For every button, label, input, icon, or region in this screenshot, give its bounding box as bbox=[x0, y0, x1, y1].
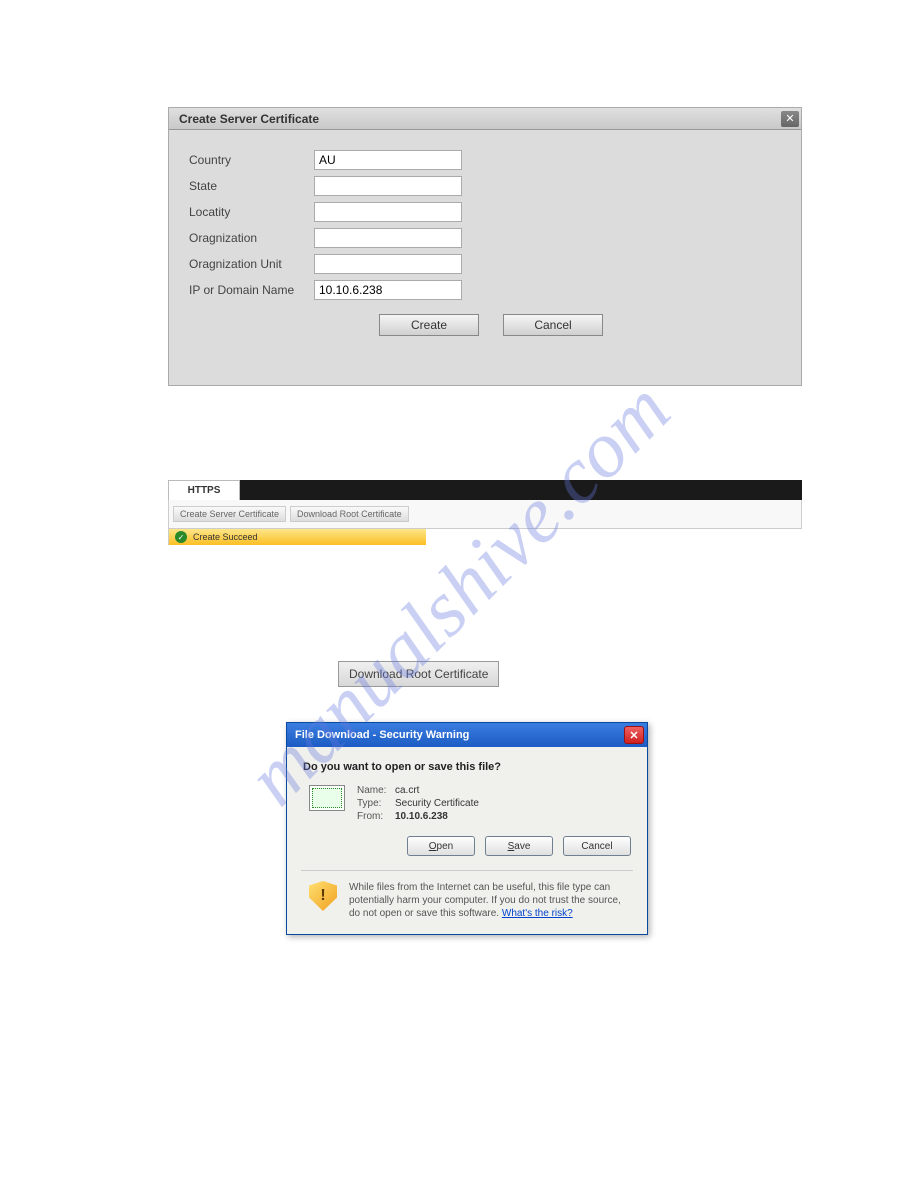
ip-domain-label: IP or Domain Name bbox=[189, 283, 314, 297]
file-source: 10.10.6.238 bbox=[395, 811, 448, 822]
dialog-body: Do you want to open or save this file? N… bbox=[287, 747, 647, 934]
tab-https[interactable]: HTTPS bbox=[168, 480, 240, 500]
file-metadata: Name:ca.crt Type:Security Certificate Fr… bbox=[357, 785, 479, 824]
tab-bar: HTTPS bbox=[168, 480, 802, 500]
file-download-dialog: File Download - Security Warning ✕ Do yo… bbox=[286, 722, 648, 935]
download-button-group: Download Root Certificate bbox=[338, 661, 499, 687]
file-name: ca.crt bbox=[395, 785, 419, 796]
dialog-title: Create Server Certificate bbox=[179, 112, 319, 126]
certificate-icon bbox=[309, 785, 345, 811]
file-type: Security Certificate bbox=[395, 798, 479, 809]
organization-unit-input[interactable] bbox=[314, 254, 462, 274]
warning-text: While files from the Internet can be use… bbox=[349, 881, 623, 920]
create-server-cert-button[interactable]: Create Server Certificate bbox=[173, 506, 286, 522]
divider bbox=[301, 870, 633, 871]
dialog-title: File Download - Security Warning bbox=[295, 729, 469, 741]
download-root-certificate-button[interactable]: Download Root Certificate bbox=[338, 661, 499, 687]
dialog-header: Create Server Certificate ✕ bbox=[169, 108, 801, 130]
status-text: Create Succeed bbox=[193, 532, 258, 542]
from-label: From: bbox=[357, 811, 395, 822]
country-label: Country bbox=[189, 153, 314, 167]
state-label: State bbox=[189, 179, 314, 193]
type-label: Type: bbox=[357, 798, 395, 809]
risk-link[interactable]: What's the risk? bbox=[502, 908, 573, 919]
cancel-button[interactable]: Cancel bbox=[563, 836, 631, 856]
https-panel: HTTPS Create Server Certificate Download… bbox=[168, 480, 802, 545]
dialog-header: File Download - Security Warning ✕ bbox=[287, 723, 647, 747]
https-toolbar: Create Server Certificate Download Root … bbox=[168, 500, 802, 529]
status-bar: ✓ Create Succeed bbox=[168, 529, 426, 545]
locality-label: Locatity bbox=[189, 205, 314, 219]
dialog-buttons: Open Save Cancel bbox=[303, 836, 631, 856]
file-info: Name:ca.crt Type:Security Certificate Fr… bbox=[309, 785, 631, 824]
locality-input[interactable] bbox=[314, 202, 462, 222]
cancel-button[interactable]: Cancel bbox=[503, 314, 603, 336]
ip-domain-input[interactable] bbox=[314, 280, 462, 300]
check-icon: ✓ bbox=[175, 531, 187, 543]
state-input[interactable] bbox=[314, 176, 462, 196]
open-button[interactable]: Open bbox=[407, 836, 475, 856]
close-icon[interactable]: ✕ bbox=[624, 726, 644, 744]
country-input[interactable] bbox=[314, 150, 462, 170]
download-root-cert-button[interactable]: Download Root Certificate bbox=[290, 506, 409, 522]
dialog-body: Country State Locatity Oragnization Orag… bbox=[169, 130, 801, 385]
close-icon[interactable]: ✕ bbox=[781, 111, 799, 127]
organization-unit-label: Oragnization Unit bbox=[189, 257, 314, 271]
create-certificate-dialog: Create Server Certificate ✕ Country Stat… bbox=[168, 107, 802, 386]
organization-input[interactable] bbox=[314, 228, 462, 248]
organization-label: Oragnization bbox=[189, 231, 314, 245]
save-button[interactable]: Save bbox=[485, 836, 553, 856]
name-label: Name: bbox=[357, 785, 395, 796]
create-button[interactable]: Create bbox=[379, 314, 479, 336]
prompt-text: Do you want to open or save this file? bbox=[303, 761, 631, 773]
warning-row: ! While files from the Internet can be u… bbox=[309, 881, 631, 920]
shield-warning-icon: ! bbox=[309, 881, 337, 911]
